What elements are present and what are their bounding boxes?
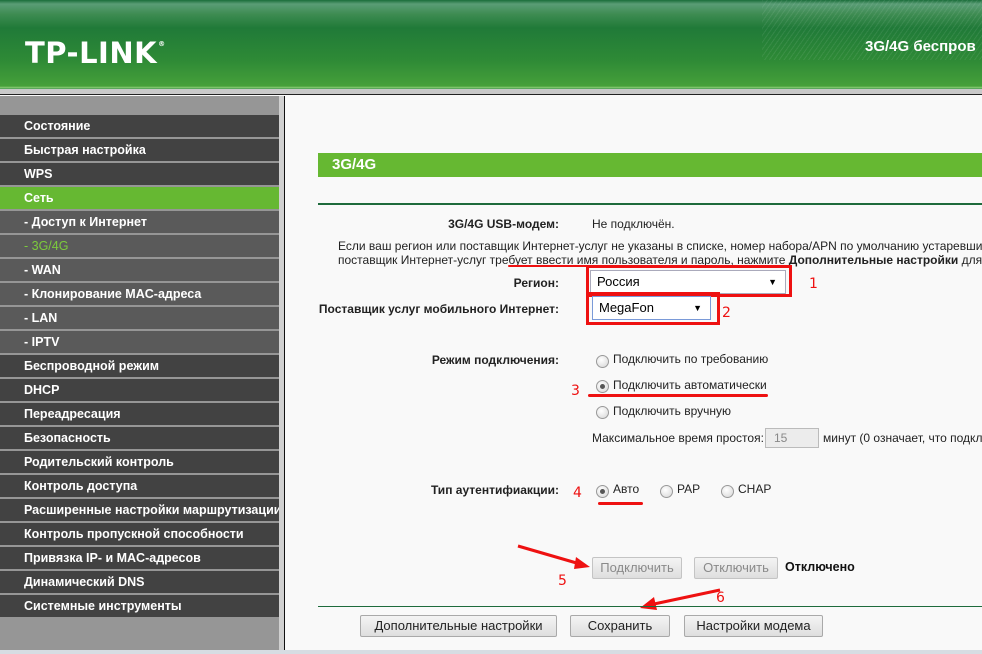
mode-auto-label[interactable]: Подключить автоматически bbox=[613, 378, 767, 392]
annotation-underline-auto bbox=[588, 394, 768, 397]
auth-pap-radio[interactable] bbox=[660, 485, 673, 498]
sidebar-item[interactable]: - IPTV bbox=[0, 331, 279, 355]
auth-type-label: Тип аутентифиакции: bbox=[430, 483, 559, 497]
connection-mode-label: Режим подключения: bbox=[431, 353, 559, 367]
router-admin-page: TP-LINK® 3G/4G беспров Состояние Быстрая … bbox=[0, 0, 982, 654]
info-line-2-suffix: для bbox=[958, 253, 982, 267]
sidebar-item[interactable]: Сеть bbox=[0, 187, 279, 211]
sidebar-item[interactable]: Контроль пропускной способности bbox=[0, 523, 279, 547]
header-title: 3G/4G беспров bbox=[865, 38, 976, 55]
idle-time-input[interactable]: 15 bbox=[765, 428, 819, 448]
sidebar-item[interactable]: Родительский контроль bbox=[0, 451, 279, 475]
annotation-number-6: 6 bbox=[716, 590, 725, 606]
info-text: Если ваш регион или поставщик Интернет-у… bbox=[338, 239, 982, 267]
mode-auto-radio[interactable] bbox=[596, 380, 609, 393]
header-banner: TP-LINK® 3G/4G беспров bbox=[0, 0, 982, 89]
annotation-box-2 bbox=[586, 292, 720, 325]
sidebar-item[interactable]: - 3G/4G bbox=[0, 235, 279, 259]
auth-auto-radio[interactable] bbox=[596, 485, 609, 498]
bottom-edge bbox=[0, 650, 982, 654]
annotation-arrow-5 bbox=[517, 544, 590, 569]
modem-status: Не подключён. bbox=[592, 217, 675, 231]
sidebar-item[interactable]: Безопасность bbox=[0, 427, 279, 451]
sidebar: Состояние Быстрая настройка WPS Сеть - Досту… bbox=[0, 96, 281, 654]
sidebar-item[interactable]: - Клонирование MAC-адреса bbox=[0, 283, 279, 307]
info-advanced-link-text: Дополнительные настройки bbox=[788, 253, 959, 267]
logo-text: TP-LINK bbox=[25, 36, 158, 70]
connection-status: Отключено bbox=[785, 560, 855, 574]
sidebar-item[interactable]: Контроль доступа bbox=[0, 475, 279, 499]
save-button[interactable]: Сохранить bbox=[570, 615, 670, 637]
registered-mark: ® bbox=[158, 40, 166, 48]
annotation-number-1: 1 bbox=[809, 276, 818, 292]
section-title: 3G/4G bbox=[318, 153, 982, 177]
sidebar-item[interactable]: Динамический DNS bbox=[0, 571, 279, 595]
sidebar-item[interactable]: DHCP bbox=[0, 379, 279, 403]
sidebar-item[interactable]: Привязка IP- и MAC-адресов bbox=[0, 547, 279, 571]
sidebar-item[interactable]: Беспроводной режим bbox=[0, 355, 279, 379]
mode-manual-label[interactable]: Подключить вручную bbox=[613, 404, 731, 418]
connect-button[interactable]: Подключить bbox=[592, 557, 682, 579]
sidebar-item[interactable]: - WAN bbox=[0, 259, 279, 283]
idle-time-suffix: минут (0 означает, что подкл bbox=[823, 431, 982, 445]
disconnect-button[interactable]: Отключить bbox=[694, 557, 778, 579]
sidebar-item[interactable]: WPS bbox=[0, 163, 279, 187]
sidebar-item[interactable]: - Доступ к Интернет bbox=[0, 211, 279, 235]
sidebar-item[interactable]: Быстрая настройка bbox=[0, 139, 279, 163]
mode-manual-radio[interactable] bbox=[596, 406, 609, 419]
sidebar-divider bbox=[279, 96, 285, 654]
annotation-number-4: 4 bbox=[573, 485, 582, 501]
modem-settings-button[interactable]: Настройки модема bbox=[684, 615, 823, 637]
annotation-arrow-6 bbox=[640, 588, 721, 610]
provider-label: Поставщик услуг мобильного Интернет: bbox=[318, 302, 559, 316]
sidebar-item[interactable]: Переадресация bbox=[0, 403, 279, 427]
advanced-settings-button[interactable]: Дополнительные настройки bbox=[360, 615, 557, 637]
sidebar-item[interactable]: - LAN bbox=[0, 307, 279, 331]
sidebar-item[interactable]: Системные инструменты bbox=[0, 595, 279, 619]
auth-auto-label[interactable]: Авто bbox=[613, 482, 639, 496]
annotation-number-2: 2 bbox=[722, 305, 731, 321]
sidebar-item[interactable]: Расширенные настройки маршрутизации bbox=[0, 499, 281, 523]
region-label: Регион: bbox=[513, 276, 559, 290]
annotation-underline-auth bbox=[598, 502, 643, 505]
info-line-1: Если ваш регион или поставщик Интернет-у… bbox=[338, 239, 982, 253]
header-separator bbox=[0, 89, 982, 95]
sidebar-item[interactable]: Состояние bbox=[0, 115, 279, 139]
auth-chap-radio[interactable] bbox=[721, 485, 734, 498]
annotation-number-3: 3 bbox=[571, 383, 580, 399]
mode-on-demand-radio[interactable] bbox=[596, 355, 609, 368]
annotation-number-5: 5 bbox=[558, 573, 567, 589]
tp-link-logo: TP-LINK® bbox=[25, 36, 166, 70]
section-divider-bottom bbox=[318, 606, 982, 607]
section-divider-top bbox=[318, 203, 982, 205]
sidebar-menu: Состояние Быстрая настройка WPS Сеть - Досту… bbox=[0, 115, 281, 619]
mode-on-demand-label[interactable]: Подключить по требованию bbox=[613, 352, 768, 366]
auth-pap-label[interactable]: PAP bbox=[677, 482, 700, 496]
main-content: 3G/4G 3G/4G USB-модем: Не подключён. Есл… bbox=[286, 96, 982, 654]
modem-label: 3G/4G USB-модем: bbox=[448, 217, 559, 231]
idle-time-label: Максимальное время простоя: bbox=[592, 431, 764, 445]
auth-chap-label[interactable]: CHAP bbox=[738, 482, 771, 496]
